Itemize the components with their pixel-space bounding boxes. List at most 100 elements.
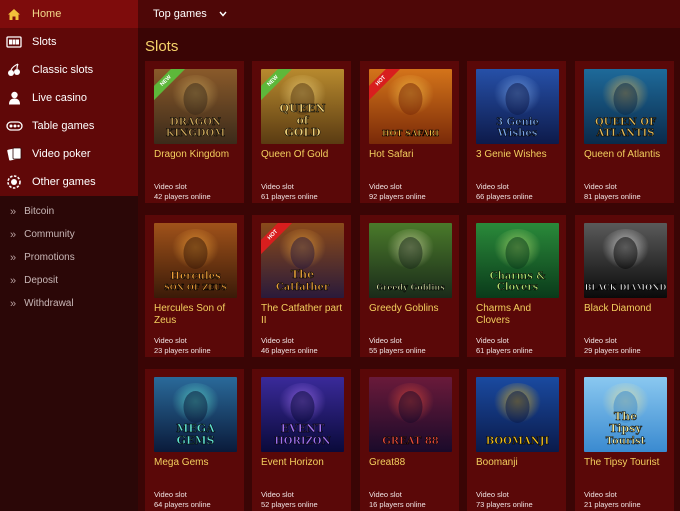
link-deposit[interactable]: » Deposit	[0, 269, 138, 292]
game-thumbnail[interactable]: Greedy Goblins	[369, 223, 452, 298]
game-card[interactable]: Hercules SON OF ZEUS Hercules Son of Zeus…	[145, 215, 244, 357]
game-thumbnail[interactable]: HOT SAFARI HOT	[369, 69, 452, 144]
game-thumbnail[interactable]: The Catfather HOT	[261, 223, 344, 298]
game-title[interactable]: Event Horizon	[261, 457, 346, 469]
game-title[interactable]: Black Diamond	[584, 303, 669, 315]
game-art-title: BLACK DIAMOND	[585, 282, 667, 292]
game-card[interactable]: BOOMANJI Boomanji Video slot 73 players o…	[467, 369, 566, 511]
game-thumbnail[interactable]: The Tipsy Tourist	[584, 377, 667, 452]
nav-item-label: Other games	[32, 176, 96, 188]
game-card[interactable]: 3 Genie Wishes 3 Genie Wishes Video slot 6…	[467, 61, 566, 203]
game-title[interactable]: Greedy Goblins	[369, 303, 454, 315]
game-meta: Video slot 23 players online	[154, 336, 239, 356]
link-community[interactable]: » Community	[0, 223, 138, 246]
game-type: Video slot	[584, 490, 617, 499]
game-card[interactable]: EVENT HORIZON Event Horizon Video slot 52 …	[252, 369, 351, 511]
link-bitcoin[interactable]: » Bitcoin	[0, 200, 138, 223]
nav-item-slots[interactable]: Slots	[0, 28, 138, 56]
nav-item-table-games[interactable]: Table games	[0, 112, 138, 140]
link-label: Promotions	[24, 252, 75, 263]
game-type: Video slot	[476, 182, 509, 191]
game-thumbnail[interactable]: QUEEN of GOLD NEW	[261, 69, 344, 144]
game-art-title: EVENT	[281, 422, 325, 435]
game-meta: Video slot 21 players online	[584, 490, 669, 510]
game-art-title: DRAGON	[170, 117, 221, 128]
game-art: Greedy Goblins	[369, 223, 452, 298]
link-withdrawal[interactable]: » Withdrawal	[0, 292, 138, 315]
link-label: Community	[24, 229, 75, 240]
nav-item-classic-slots[interactable]: Classic slots	[0, 56, 138, 84]
game-art: EVENTHORIZON	[261, 377, 344, 452]
nav-item-video-poker[interactable]: Video poker	[0, 140, 138, 168]
game-card[interactable]: Greedy Goblins Greedy Goblins Video slot …	[360, 215, 459, 357]
players-online: 21 players online	[584, 500, 641, 509]
game-meta: Video slot 61 players online	[476, 336, 561, 356]
game-title[interactable]: Charms And Clovers	[476, 303, 561, 327]
game-thumbnail[interactable]: EVENT HORIZON	[261, 377, 344, 452]
game-title[interactable]: Hercules Son of Zeus	[154, 303, 239, 327]
game-meta: Video slot 92 players online	[369, 182, 454, 202]
players-online: 81 players online	[584, 192, 641, 201]
game-title[interactable]: Mega Gems	[154, 457, 239, 469]
game-title[interactable]: Boomanji	[476, 457, 561, 469]
game-art-title: GOLD	[284, 126, 321, 139]
game-card[interactable]: QUEEN OF ATLANTIS Queen of Atlantis Video …	[575, 61, 674, 203]
game-thumbnail[interactable]: Charms & Clovers	[476, 223, 559, 298]
game-thumbnail[interactable]: Hercules SON OF ZEUS	[154, 223, 237, 298]
game-thumbnail[interactable]: 3 Genie Wishes	[476, 69, 559, 144]
game-art-title: HOT SAFARI	[382, 128, 439, 138]
secondary-links: » Bitcoin » Community » Promotions » Deposit…	[0, 196, 138, 315]
game-type: Video slot	[476, 490, 509, 499]
chevron-right-icon: »	[10, 274, 17, 287]
chevron-right-icon: »	[10, 205, 17, 218]
cards-icon	[5, 146, 23, 162]
slot-machine-icon	[5, 34, 23, 50]
game-art: TheTipsyTourist	[584, 377, 667, 452]
game-card[interactable]: HOT SAFARI HOT Hot Safari Video slot 92 pl…	[360, 61, 459, 203]
nav-item-label: Slots	[32, 36, 57, 48]
game-thumbnail[interactable]: GREAT 88	[369, 377, 452, 452]
game-type: Video slot	[261, 336, 294, 345]
game-thumbnail[interactable]: BOOMANJI	[476, 377, 559, 452]
top-bar: Top games	[138, 0, 680, 28]
chevron-right-icon: »	[10, 228, 17, 241]
game-thumbnail[interactable]: MEGA GEMS	[154, 377, 237, 452]
game-title[interactable]: The Tipsy Tourist	[584, 457, 669, 469]
nav-item-other-games[interactable]: Other games	[0, 168, 138, 196]
game-card[interactable]: QUEEN of GOLD NEW Queen Of Gold Video slot 6…	[252, 61, 351, 203]
nav-item-live-casino[interactable]: Live casino	[0, 84, 138, 112]
game-art: MEGAGEMS	[154, 377, 237, 452]
top-games-dropdown[interactable]: Top games	[153, 8, 227, 20]
game-card[interactable]: DRAGON KINGDOM NEW Dragon Kingdom Video slo…	[145, 61, 244, 203]
game-card[interactable]: GREAT 88 Great88 Video slot 16 players on…	[360, 369, 459, 511]
game-card[interactable]: Charms & Clovers Charms And Clovers Video …	[467, 215, 566, 357]
game-title[interactable]: Queen Of Gold	[261, 149, 346, 161]
game-card[interactable]: MEGA GEMS Mega Gems Video slot 64 players …	[145, 369, 244, 511]
link-label: Withdrawal	[24, 298, 74, 309]
game-type: Video slot	[369, 182, 402, 191]
game-art-title: Tipsy	[609, 422, 642, 435]
players-online: 73 players online	[476, 500, 533, 509]
game-title[interactable]: Queen of Atlantis	[584, 149, 669, 161]
game-meta: Video slot 46 players online	[261, 336, 346, 356]
nav-item-label: Live casino	[32, 92, 88, 104]
chevron-right-icon: »	[10, 251, 17, 264]
game-card[interactable]: The Catfather HOT The Catfather part II Vid…	[252, 215, 351, 357]
game-title[interactable]: Great88	[369, 457, 454, 469]
game-type: Video slot	[476, 336, 509, 345]
hot-badge: HOT	[369, 69, 403, 103]
game-thumbnail[interactable]: BLACK DIAMOND	[584, 223, 667, 298]
game-card[interactable]: The Tipsy Tourist The Tipsy Tourist Video s…	[575, 369, 674, 511]
game-thumbnail[interactable]: QUEEN OF ATLANTIS	[584, 69, 667, 144]
section-title: Slots	[145, 38, 179, 55]
game-title[interactable]: 3 Genie Wishes	[476, 149, 561, 161]
game-title[interactable]: The Catfather part II	[261, 303, 346, 327]
link-promotions[interactable]: » Promotions	[0, 246, 138, 269]
nav-item-home[interactable]: Home	[0, 0, 138, 28]
game-title[interactable]: Dragon Kingdom	[154, 149, 239, 161]
game-title[interactable]: Hot Safari	[369, 149, 454, 161]
game-thumbnail[interactable]: DRAGON KINGDOM NEW	[154, 69, 237, 144]
game-meta: Video slot 64 players online	[154, 490, 239, 510]
game-card[interactable]: BLACK DIAMOND Black Diamond Video slot 29…	[575, 215, 674, 357]
players-online: 92 players online	[369, 192, 426, 201]
